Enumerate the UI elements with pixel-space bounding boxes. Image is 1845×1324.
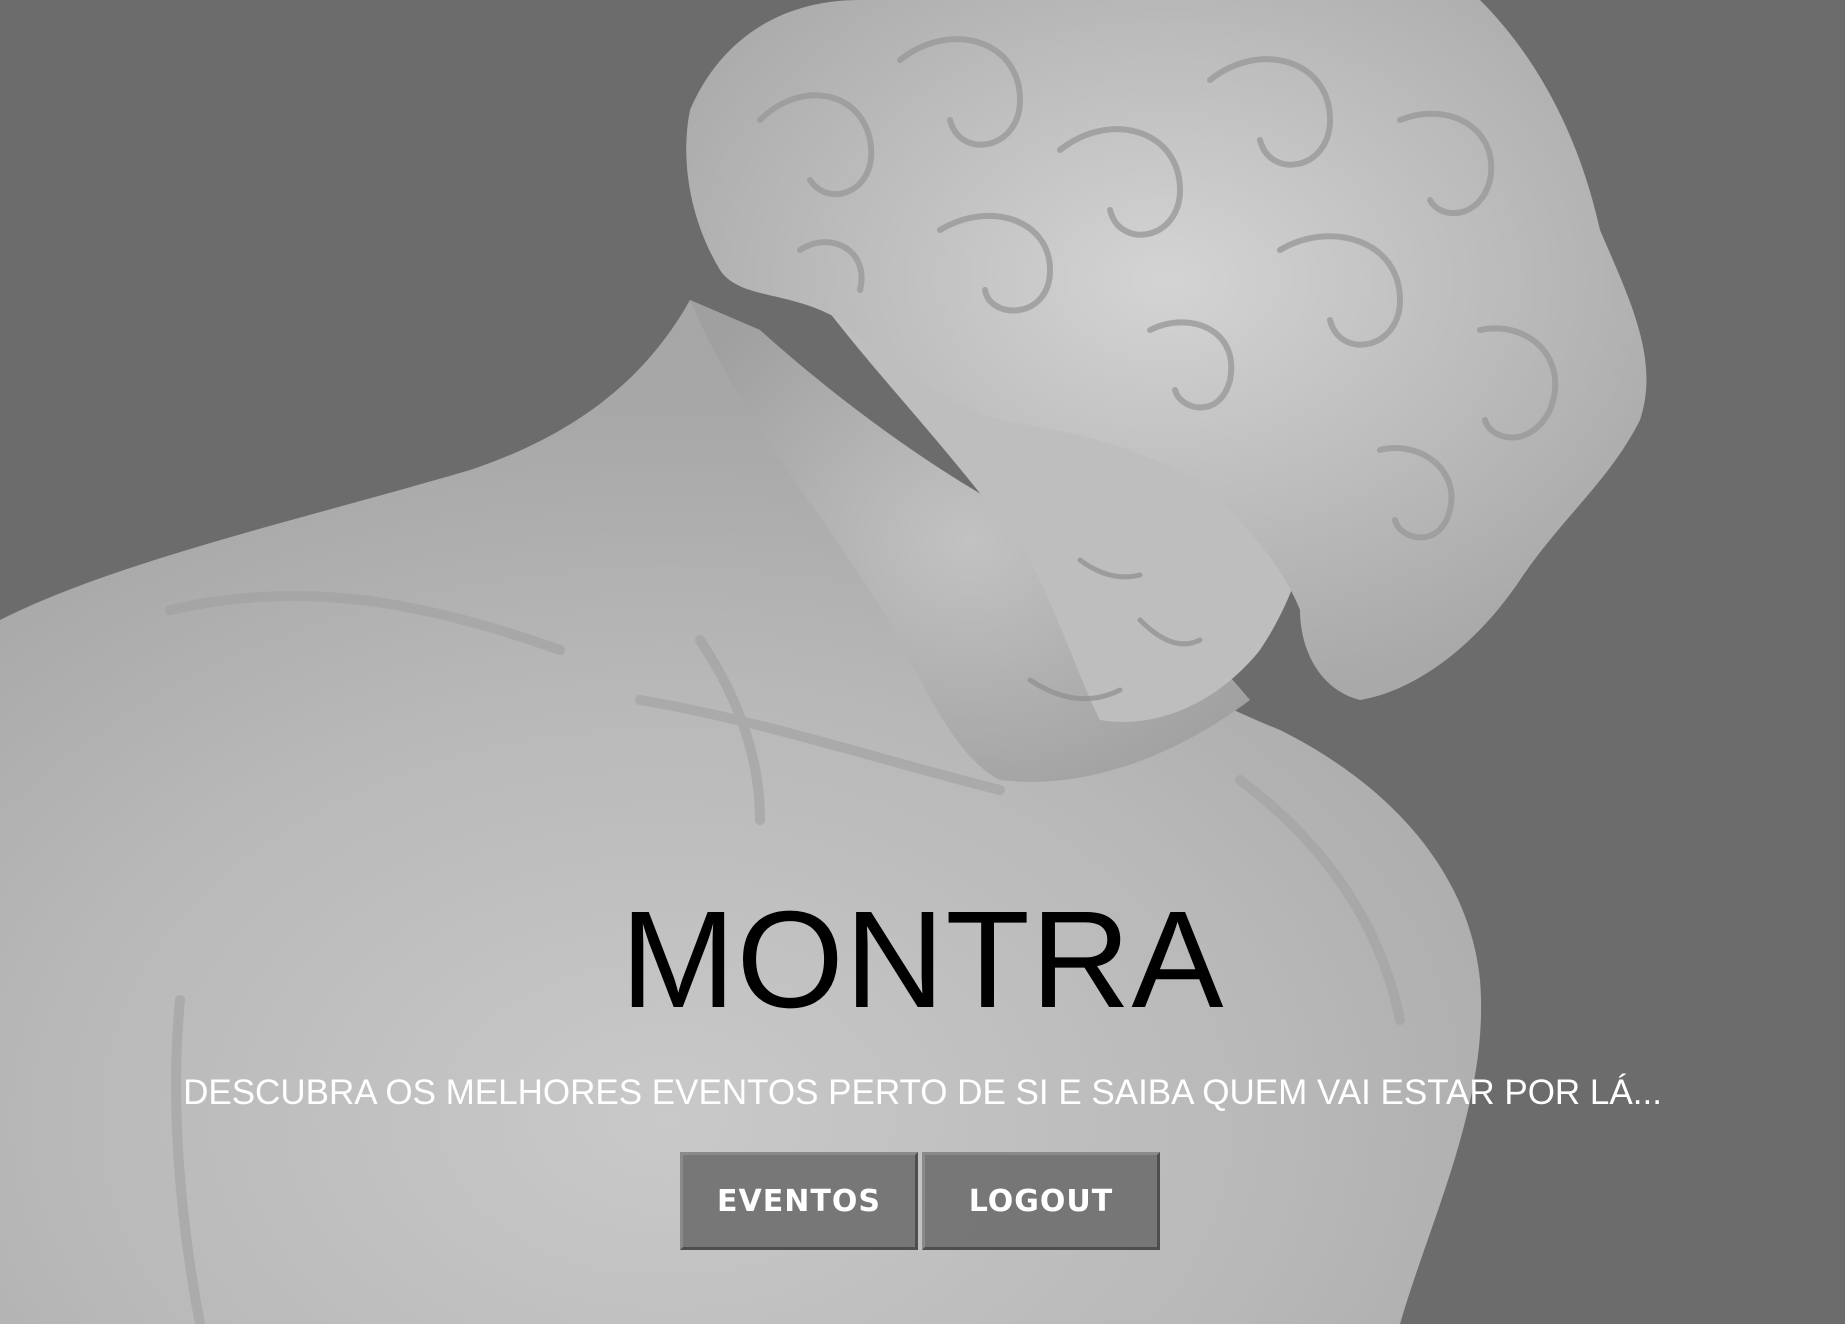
hero-button-group: EVENTOS LOGOUT: [680, 1152, 1160, 1252]
marble-statue-background-image: [0, 0, 1647, 1324]
hero-tagline: DESCUBRA OS MELHORES EVENTOS PERTO DE SI…: [183, 1073, 1662, 1112]
events-button[interactable]: EVENTOS: [680, 1152, 918, 1250]
site-title: MONTRA: [620, 883, 1225, 1037]
landing-page: MONTRA DESCUBRA OS MELHORES EVENTOS PERT…: [0, 0, 1845, 1324]
logout-button[interactable]: LOGOUT: [922, 1152, 1160, 1250]
